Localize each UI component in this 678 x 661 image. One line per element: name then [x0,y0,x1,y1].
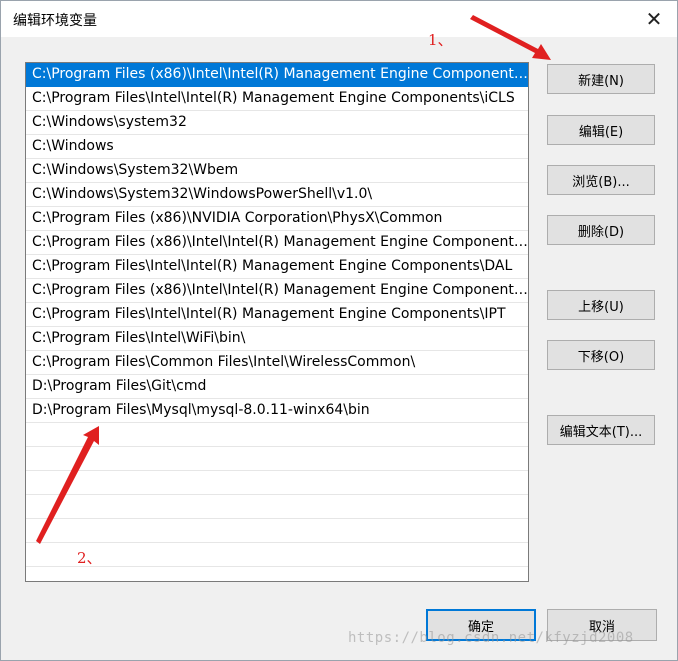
path-list-item[interactable]: C:\Program Files\Intel\WiFi\bin\ [26,327,528,351]
empty-list-row[interactable] [26,519,528,543]
annotation-step-1: 1、 [428,31,453,49]
new-button[interactable]: 新建(N) [547,64,655,94]
path-list-item[interactable]: C:\Windows\System32\WindowsPowerShell\v1… [26,183,528,207]
path-list[interactable]: C:\Program Files (x86)\Intel\Intel(R) Ma… [25,62,529,582]
path-list-item[interactable]: D:\Program Files\Mysql\mysql-8.0.11-winx… [26,399,528,423]
edit-button[interactable]: 编辑(E) [547,115,655,145]
path-list-item[interactable]: C:\Windows\system32 [26,111,528,135]
move-up-button[interactable]: 上移(U) [547,290,655,320]
path-list-item[interactable]: C:\Program Files (x86)\Intel\Intel(R) Ma… [26,279,528,303]
path-list-item[interactable]: C:\Program Files\Common Files\Intel\Wire… [26,351,528,375]
path-list-item[interactable]: C:\Program Files\Intel\Intel(R) Manageme… [26,303,528,327]
edit-text-button[interactable]: 编辑文本(T)... [547,415,655,445]
path-list-item[interactable]: C:\Program Files (x86)\Intel\Intel(R) Ma… [26,231,528,255]
path-list-item[interactable]: D:\Program Files\Git\cmd [26,375,528,399]
empty-list-row[interactable] [26,495,528,519]
path-list-item[interactable]: C:\Program Files (x86)\NVIDIA Corporatio… [26,207,528,231]
empty-list-row[interactable] [26,471,528,495]
delete-button[interactable]: 删除(D) [547,215,655,245]
close-icon[interactable]: ✕ [631,1,677,37]
path-list-item[interactable]: C:\Windows [26,135,528,159]
empty-list-row[interactable] [26,447,528,471]
edit-env-variable-dialog: 编辑环境变量 ✕ C:\Program Files (x86)\Intel\In… [0,0,678,661]
path-list-item[interactable]: C:\Program Files\Intel\Intel(R) Manageme… [26,87,528,111]
empty-list-row[interactable] [26,567,528,581]
path-list-item[interactable]: C:\Windows\System32\Wbem [26,159,528,183]
path-list-item[interactable]: C:\Program Files (x86)\Intel\Intel(R) Ma… [26,63,528,87]
path-list-item[interactable]: C:\Program Files\Intel\Intel(R) Manageme… [26,255,528,279]
browse-button[interactable]: 浏览(B)... [547,165,655,195]
annotation-step-2: 2、 [77,549,102,567]
watermark: https://blog.csdn.net/kfyzjd2008 [348,630,634,646]
dialog-title: 编辑环境变量 [13,13,97,29]
move-down-button[interactable]: 下移(O) [547,340,655,370]
title-bar: 编辑环境变量 ✕ [1,1,677,37]
empty-list-row[interactable] [26,423,528,447]
